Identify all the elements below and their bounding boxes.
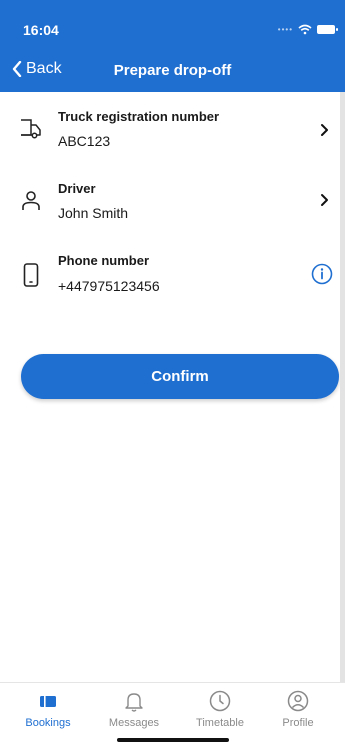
truck-icon — [21, 119, 41, 139]
truck-registration-value: ABC123 — [58, 133, 111, 149]
page-title: Prepare drop-off — [113, 62, 232, 79]
phone-number-row: Phone number +447975123456 — [0, 250, 345, 316]
tab-bookings[interactable]: Bookings — [5, 689, 91, 729]
tab-timetable-label: Timetable — [196, 717, 244, 729]
confirm-label: Confirm — [151, 368, 209, 385]
phone-number-label: Phone number — [58, 253, 150, 268]
driver-label: Driver — [58, 181, 96, 196]
info-icon[interactable] — [311, 263, 333, 285]
bookings-icon — [40, 696, 56, 707]
chevron-right-icon — [321, 194, 328, 206]
battery-icon — [317, 25, 338, 34]
header: 16:04 •••• Back Prepare drop-off — [0, 0, 345, 92]
scroll-edge — [340, 92, 345, 682]
bell-icon — [125, 693, 143, 712]
prepare-dropoff-screen: 16:04 •••• Back Prepare drop-off Truck r — [0, 0, 345, 750]
clock-icon — [209, 690, 231, 712]
tab-profile-label: Profile — [282, 717, 314, 729]
status-icons: •••• — [277, 24, 338, 35]
confirm-button[interactable]: Confirm — [21, 354, 339, 399]
tab-messages[interactable]: Messages — [91, 689, 177, 729]
phone-number-value: +447975123456 — [58, 278, 160, 294]
truck-registration-label: Truck registration number — [58, 109, 220, 124]
person-icon — [22, 191, 40, 210]
profile-icon — [287, 690, 309, 712]
tab-bookings-label: Bookings — [25, 717, 71, 729]
driver-value: John Smith — [58, 205, 129, 221]
chevron-right-icon — [321, 124, 328, 136]
tab-messages-label: Messages — [108, 717, 160, 729]
wifi-icon — [298, 24, 312, 35]
phone-icon — [23, 263, 39, 287]
status-time: 16:04 — [23, 22, 59, 38]
tab-timetable[interactable]: Timetable — [177, 689, 263, 729]
home-indicator — [117, 738, 229, 742]
driver-row[interactable]: Driver John Smith — [0, 178, 345, 244]
signal-icon: •••• — [277, 25, 293, 34]
tab-profile[interactable]: Profile — [255, 689, 341, 729]
truck-registration-row[interactable]: Truck registration number ABC123 — [0, 104, 345, 170]
